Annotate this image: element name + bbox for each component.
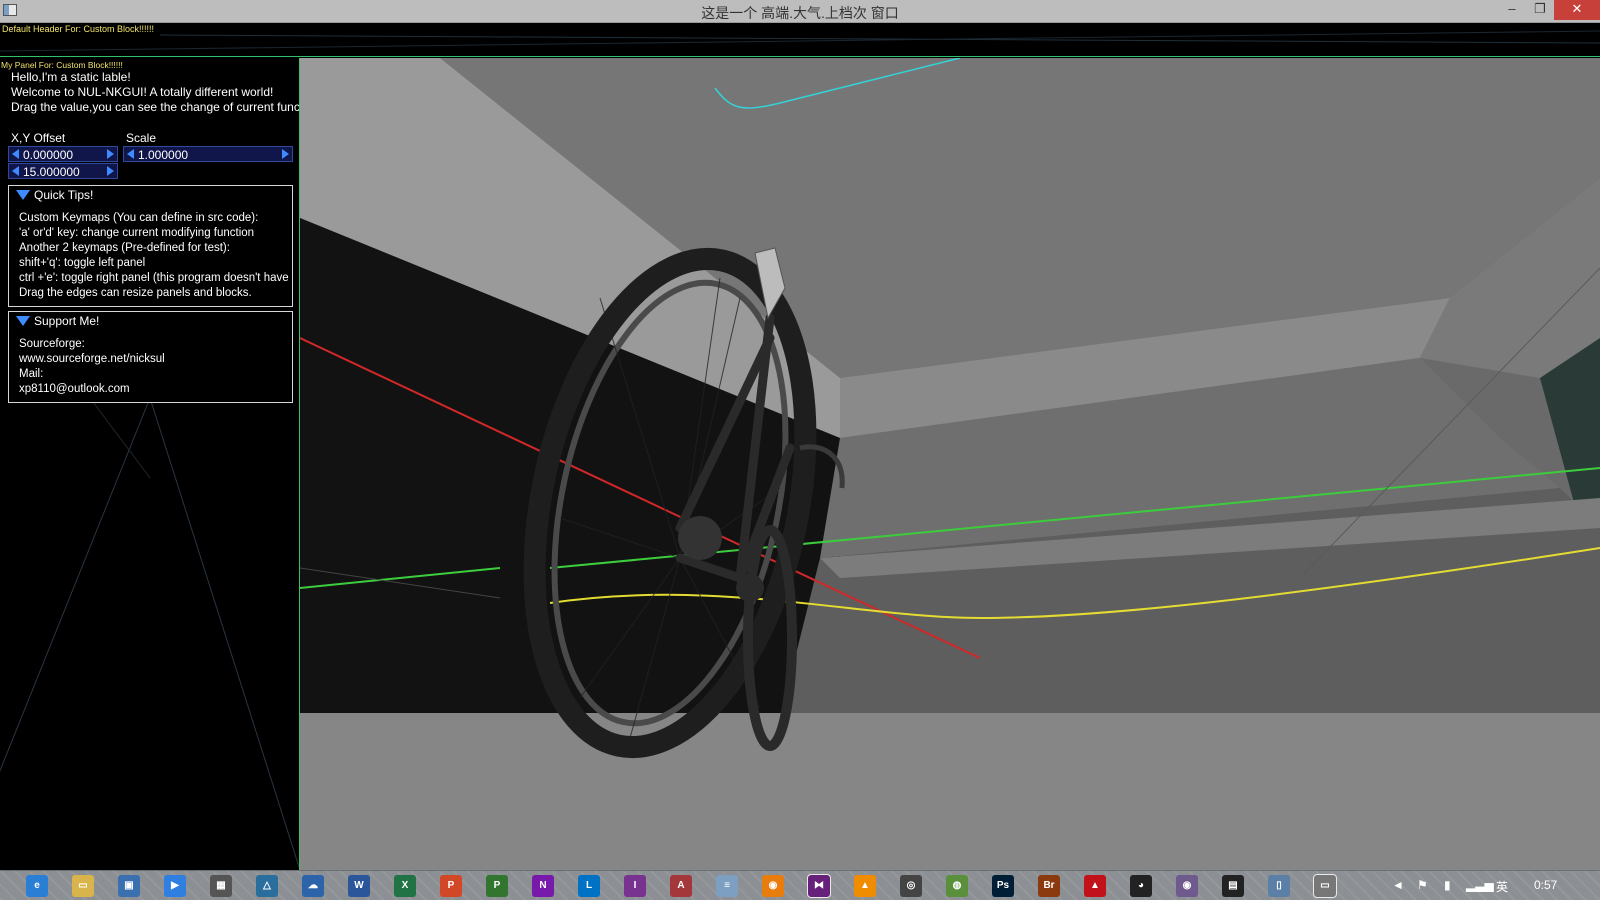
app-triangle-icon[interactable]: △ — [256, 875, 278, 897]
static-label-3: Drag the value,you can see the change of… — [11, 100, 300, 114]
project-icon[interactable]: P — [486, 875, 508, 897]
support-line: Mail: — [19, 368, 44, 380]
support-title: Support Me! — [34, 314, 100, 328]
xy-offset-label: X,Y Offset — [11, 131, 66, 145]
qq-icon[interactable]: ◕ — [1130, 875, 1152, 897]
file-explorer-icon[interactable]: ▭ — [72, 875, 94, 897]
scale-label: Scale — [126, 131, 157, 145]
app-circle-icon[interactable]: ◉ — [1176, 875, 1198, 897]
minimize-button[interactable]: – — [1498, 0, 1526, 20]
visual-studio-icon[interactable]: ⧓ — [807, 874, 831, 898]
tip-line: shift+'q': toggle left panel — [19, 257, 146, 269]
header-grid-lines — [0, 30, 1600, 52]
support-header[interactable]: Support Me! — [9, 312, 292, 330]
collapse-triangle-icon[interactable] — [16, 316, 30, 326]
quick-tips-group: Quick Tips! Custom Keymaps (You can defi… — [8, 185, 293, 307]
document-icon[interactable]: ▯ — [1268, 875, 1290, 897]
acrobat-icon[interactable]: ▲ — [1084, 875, 1106, 897]
powerpoint-icon[interactable]: P — [440, 875, 462, 897]
word-icon[interactable]: W — [348, 875, 370, 897]
header-text: Default Header For: Custom Block!!!!!! — [2, 24, 155, 34]
decrement-arrow-icon[interactable] — [127, 149, 134, 159]
tip-line: ctrl +'e': toggle right panel (this prog… — [19, 272, 289, 284]
notepad-icon[interactable]: ≡ — [716, 875, 738, 897]
blender-icon[interactable]: ◉ — [762, 875, 784, 897]
remote-desktop-icon[interactable]: ▣ — [118, 875, 140, 897]
tip-line: Custom Keymaps (You can define in src co… — [19, 212, 259, 224]
volume-icon[interactable]: ◄ — [1392, 878, 1404, 892]
photoshop-icon[interactable]: Ps — [992, 875, 1014, 897]
taskbar: ◄ ⚑ ▮ ▂▃▅ 英 0:57 e ▭ ▣ ▶ ▦ △ ☁ W X P P N L I A ≡ ◉ ⧓ ▲ ◎ ◍ Ps… — [0, 870, 1600, 900]
tip-line: Another 2 keymaps (Pre-defined for test)… — [19, 242, 230, 254]
bridge-icon[interactable]: Br — [1038, 875, 1060, 897]
left-panel[interactable]: My Panel For: Custom Block!!!!!! Hello,I… — [0, 58, 300, 870]
active-window-icon[interactable]: ▭ — [1313, 874, 1337, 898]
restore-button[interactable]: ❐ — [1526, 0, 1554, 20]
increment-arrow-icon[interactable] — [107, 149, 114, 159]
y-offset-stepper[interactable]: 15.000000 — [8, 163, 118, 179]
increment-arrow-icon[interactable] — [107, 166, 114, 176]
collapse-triangle-icon[interactable] — [16, 190, 30, 200]
x-offset-stepper[interactable]: 0.000000 — [8, 146, 118, 162]
clock[interactable]: 0:57 — [1534, 878, 1557, 892]
game-controller-icon[interactable]: ◎ — [900, 875, 922, 897]
x-offset-value: 0.000000 — [23, 148, 74, 162]
support-line: Sourceforge: — [19, 338, 85, 350]
panel-title: My Panel For: Custom Block!!!!!! — [1, 60, 123, 70]
battery-icon[interactable]: ▮ — [1444, 878, 1451, 892]
action-center-flag-icon[interactable]: ⚑ — [1417, 878, 1428, 892]
static-label-2: Welcome to NUL-NKGUI! A totally differen… — [11, 85, 274, 99]
lync-icon[interactable]: L — [578, 875, 600, 897]
scale-stepper[interactable]: 1.000000 — [123, 146, 293, 162]
window-title: 这是一个 高端.大气.上档次 窗口 — [701, 5, 899, 21]
terminal-icon[interactable]: ▤ — [1222, 875, 1244, 897]
custom-block-header: Default Header For: Custom Block!!!!!! — [0, 23, 1600, 57]
onedrive-icon[interactable]: ☁ — [302, 875, 324, 897]
input-language[interactable]: 英 — [1496, 878, 1508, 895]
quick-tips-header[interactable]: Quick Tips! — [9, 186, 292, 204]
3d-viewport[interactable] — [300, 58, 1600, 870]
scale-value: 1.000000 — [138, 148, 189, 162]
y-offset-value: 15.000000 — [23, 165, 80, 179]
calculator-icon[interactable]: ▦ — [210, 875, 232, 897]
vlc-icon[interactable]: ▲ — [854, 875, 876, 897]
infopath-icon[interactable]: I — [624, 875, 646, 897]
excel-icon[interactable]: X — [394, 875, 416, 897]
decrement-arrow-icon[interactable] — [12, 166, 19, 176]
tip-line: Drag the edges can resize panels and blo… — [19, 287, 252, 299]
tip-line: 'a' or'd' key: change current modifying … — [19, 227, 255, 239]
increment-arrow-icon[interactable] — [282, 149, 289, 159]
network-signal-icon[interactable]: ▂▃▅ — [1466, 878, 1494, 892]
access-icon[interactable]: A — [670, 875, 692, 897]
static-label-1: Hello,I'm a static lable! — [11, 70, 131, 84]
onenote-icon[interactable]: N — [532, 875, 554, 897]
support-group: Support Me! Sourceforge: www.sourceforge… — [8, 311, 293, 403]
support-link[interactable]: www.sourceforge.net/nicksul — [19, 353, 165, 365]
internet-explorer-icon[interactable]: e — [26, 875, 48, 897]
chrome-icon[interactable]: ◍ — [946, 875, 968, 897]
scene-render[interactable] — [300, 58, 1600, 870]
decrement-arrow-icon[interactable] — [12, 149, 19, 159]
support-email[interactable]: xp8110@outlook.com — [19, 383, 130, 395]
title-bar: 这是一个 高端.大气.上档次 窗口 – ❐ ✕ — [0, 0, 1600, 23]
media-player-icon[interactable]: ▶ — [164, 875, 186, 897]
panel-grid-lines — [0, 397, 299, 869]
quick-tips-title: Quick Tips! — [34, 188, 94, 202]
close-button[interactable]: ✕ — [1554, 0, 1600, 20]
